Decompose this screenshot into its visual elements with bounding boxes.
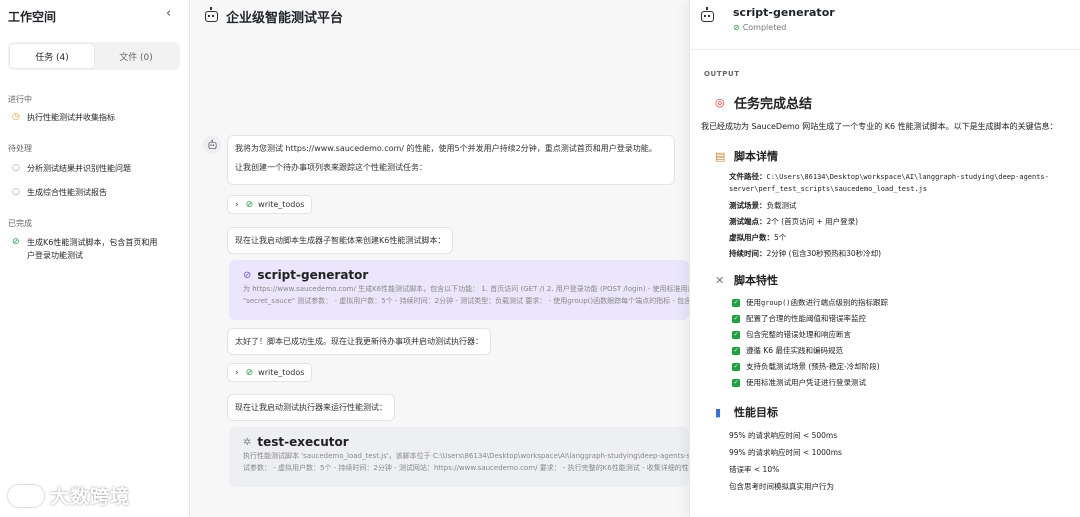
features-list: ✓ 使用 group() 函数进行端点级别的指标跟踪 ✓ 配置了合理的性能阈值和错误… [715,295,1077,391]
robot-icon [208,139,216,149]
assistant-message: 太好了！脚本已成功生成。现在让我更新待办事项并启动测试执行器： [227,328,491,355]
clock-icon: ◷ [12,112,20,122]
feature-item: ✓ 支持负载测试场景 (预热-稳定-冷却阶段) [732,362,880,371]
subagent-description: 试参数： - 虚拟用户数：5个 - 持续时间：2分钟 - 测试网站：https:… [243,464,689,472]
circle-icon: ○ [12,187,20,197]
chat-area: 企业级智能测试平台 我将为您测试 https://www.saucedemo.c… [191,0,689,517]
tool-name: write_todos [258,200,305,209]
bar-chart-icon: ▮ [715,405,722,419]
target-item: 99% 的请求响应时间 < 1000ms [729,448,842,457]
tool-name: write_todos [258,368,305,377]
subagent-output-panel: script-generator ⊘ Completed OUTPUT ◎ 任务… [689,0,1080,517]
circle-icon: ○ [12,163,20,173]
checkbox-checked-icon: ✓ [732,379,740,387]
checkbox-checked-icon: ✓ [732,363,740,371]
task-label: 生成K6性能测试脚本，包含首页和用户登录功能测试 [27,238,158,260]
tool-call-write-todos[interactable]: › ⊘ write_todos [227,363,313,382]
subagent-name: ✲ test-executor [243,435,349,449]
check-circle-icon: ⊘ [12,237,20,247]
details-heading: ▤ 脚本详情 [715,149,778,164]
feature-item: ✓ 包含完整的错误处理和响应断言 [732,330,851,339]
targets-heading: ▮ 性能目标 [715,405,778,420]
subagent-description: 为 https://www.saucedemo.com/ 生成K6性能测试脚本，… [243,285,689,293]
subagent-name: ⊘ script-generator [243,268,369,282]
check-circle-icon: ⊘ [245,367,254,378]
target-icon: ◎ [715,95,725,109]
checkbox-checked-icon: ✓ [732,299,740,307]
tools-icon: ✕ [715,273,725,287]
output-document: ◎ 任务完成总结 我已经成功为 SauceDemo 网站生成了一个专业的 K6 … [701,92,1077,495]
panel-agent-name: script-generator [733,6,835,19]
app-title: 企业级智能测试平台 [226,11,344,26]
task-item[interactable]: ◷ 执行性能测试并收集指标 [12,111,180,124]
message-line: 我将为您测试 https://www.saucedemo.com/ 的性能，使用… [235,144,657,153]
section-in-progress: 进行中 [8,95,32,104]
robot-icon [701,7,714,22]
chevron-right-icon: › [235,199,239,210]
subagent-card-script-generator[interactable]: ⊘ script-generator 为 https://www.saucede… [229,260,689,320]
subagent-card-test-executor[interactable]: ✲ test-executor 执行性能测试脚本 'saucedemo_load… [229,427,689,487]
targets-list: 95% 的请求响应时间 < 500ms 99% 的请求响应时间 < 1000ms… [715,427,1077,495]
message-line: 现在让我启动测试执行器来运行性能测试： [235,403,387,412]
detail-file-path: 文件路径：C:\Users\86134\Desktop\workspace\AI… [729,172,1049,193]
task-item[interactable]: ⊘ 生成K6性能测试脚本，包含首页和用户登录功能测试 [12,236,162,262]
detail-duration: 持续时间：2分钟 (包含30秒预热和30秒冷却) [729,249,882,258]
divider [690,49,1080,50]
workspace-tabs: 任务 (4) 文件 (0) [8,42,180,70]
checkbox-checked-icon: ✓ [732,347,740,355]
tool-call-write-todos[interactable]: › ⊘ write_todos [227,195,313,214]
status-badge: ⊘ Completed [733,23,787,32]
detail-endpoints: 测试端点：2个 (首页访问 + 用户登录) [729,217,859,226]
checkbox-checked-icon: ✓ [732,331,740,339]
detail-vus: 虚拟用户数：5个 [729,233,787,242]
message-line: 让我创建一个待办事项列表来跟踪这个性能测试任务： [235,163,427,172]
assistant-message: 我将为您测试 https://www.saucedemo.com/ 的性能，使用… [227,135,675,185]
workspace-title: 工作空间 [8,10,57,24]
section-completed: 已完成 [8,219,32,228]
summary-heading: ◎ 任务完成总结 [715,95,813,112]
chevron-left-icon[interactable]: ‹ [166,6,171,21]
watermark-logo-icon [8,484,44,507]
tab-files[interactable]: 文件 (0) [94,44,178,68]
feature-item: ✓ 配置了合理的性能阈值和错误率监控 [732,314,866,323]
assistant-message: 现在让我启动测试执行器来运行性能测试： [227,394,395,421]
subagent-description: 执行性能测试脚本 'saucedemo_load_test.js'，该脚本位于 … [243,452,689,460]
task-item[interactable]: ○ 分析测试结果并识别性能问题 [12,162,180,175]
workspace-sidebar: 工作空间 ‹ 任务 (4) 文件 (0) 进行中 ◷ 执行性能测试并收集指标 待… [0,0,190,517]
detail-scenario: 测试场景：负载测试 [729,201,797,210]
task-label: 分析测试结果并识别性能问题 [27,164,131,173]
summary-intro: 我已经成功为 SauceDemo 网站生成了一个专业的 K6 性能测试脚本。以下… [701,122,1058,131]
output-label: OUTPUT [704,70,740,78]
target-item: 95% 的请求响应时间 < 500ms [729,431,838,440]
message-line: 太好了！脚本已成功生成。现在让我更新待办事项并启动测试执行器： [235,337,483,346]
section-pending: 待处理 [8,144,32,153]
clipboard-icon: ▤ [715,149,726,163]
features-heading: ✕ 脚本特性 [715,273,778,288]
checkbox-checked-icon: ✓ [732,315,740,323]
target-item: 包含思考时间模拟真实用户行为 [729,482,834,491]
subagent-description: "secret_sauce" 测试参数： - 虚拟用户数：5个 - 持续时间：2… [243,297,689,305]
feature-item: ✓ 使用 group() 函数进行端点级别的指标跟踪 [732,298,889,307]
feature-item: ✓ 遵循 K6 最佳实践和编码规范 [732,346,843,355]
spinner-icon: ✲ [243,436,252,448]
watermark: 大数跨境 [8,482,130,509]
check-circle-icon: ⊘ [243,269,252,281]
task-label: 执行性能测试并收集指标 [27,113,115,122]
message-line: 现在让我启动脚本生成器子智能体来创建K6性能测试脚本： [235,236,446,245]
page-title: 企业级智能测试平台 [205,7,343,26]
check-circle-icon: ⊘ [733,23,740,32]
feature-item: ✓ 使用标准测试用户凭证进行登录测试 [732,378,866,387]
robot-icon [205,7,218,22]
task-item[interactable]: ○ 生成综合性能测试报告 [12,186,180,199]
task-label: 生成综合性能测试报告 [27,188,107,197]
tab-tasks[interactable]: 任务 (4) [10,44,94,68]
panel-header: script-generator ⊘ Completed [700,6,1080,40]
chevron-right-icon: › [235,367,239,378]
target-item: 错误率 < 10% [729,465,780,474]
assistant-message: 现在让我启动脚本生成器子智能体来创建K6性能测试脚本： [227,227,454,254]
check-circle-icon: ⊘ [245,199,254,210]
assistant-avatar [203,136,221,154]
